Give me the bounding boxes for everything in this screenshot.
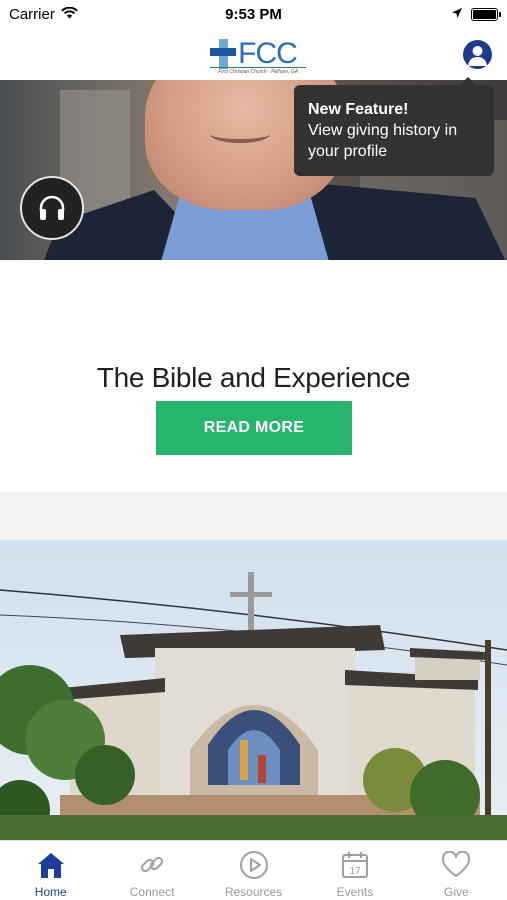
sermon-title: The Bible and Experience (96, 362, 411, 393)
tab-resources[interactable]: Resources (203, 841, 304, 900)
status-bar: Carrier 9:53 PM (0, 0, 507, 28)
carrier-label: Carrier (9, 5, 55, 23)
bottom-tab-bar: Home Connect Resources 17 Events Give (0, 840, 507, 900)
user-icon (468, 46, 487, 66)
cross-logo-icon (210, 39, 237, 69)
logo-text: FCC (238, 37, 298, 70)
tab-events[interactable]: 17 Events (304, 841, 405, 900)
svg-text:17: 17 (349, 866, 361, 877)
tab-connect[interactable]: Connect (101, 841, 202, 900)
tab-label: Resources (224, 885, 283, 899)
status-right (451, 6, 501, 23)
church-logo[interactable]: FCC First Christian Church · Pelham, GA (210, 31, 307, 77)
wifi-icon (61, 6, 78, 23)
app-header: FCC First Christian Church · Pelham, GA (0, 28, 507, 80)
audio-play-button[interactable] (20, 176, 84, 240)
profile-button[interactable] (463, 40, 492, 69)
status-left: Carrier (9, 6, 78, 23)
calendar-icon: 17 (339, 849, 371, 881)
play-circle-icon (238, 849, 270, 881)
church-illustration (0, 572, 507, 840)
home-icon (35, 849, 67, 881)
tooltip-body: View giving history in your profile (308, 122, 458, 160)
battery-icon (471, 7, 501, 21)
tab-label: Give (443, 885, 469, 899)
logo-subtitle: First Christian Church · Pelham, GA (210, 67, 307, 75)
tab-label: Connect (129, 885, 175, 899)
tab-give[interactable]: Give (406, 841, 507, 900)
heart-icon (440, 849, 472, 881)
new-feature-tooltip[interactable]: New Feature! View giving history in your… (294, 77, 494, 176)
headphones-icon (39, 195, 65, 220)
tab-label: Events (336, 885, 374, 899)
location-arrow-icon (451, 6, 463, 23)
tooltip-title: New Feature! (308, 101, 409, 118)
church-building-image[interactable] (0, 540, 507, 840)
tab-label: Home (34, 885, 67, 899)
link-icon (136, 849, 168, 881)
tab-home[interactable]: Home (0, 841, 101, 900)
read-more-button[interactable]: READ MORE (156, 401, 352, 455)
